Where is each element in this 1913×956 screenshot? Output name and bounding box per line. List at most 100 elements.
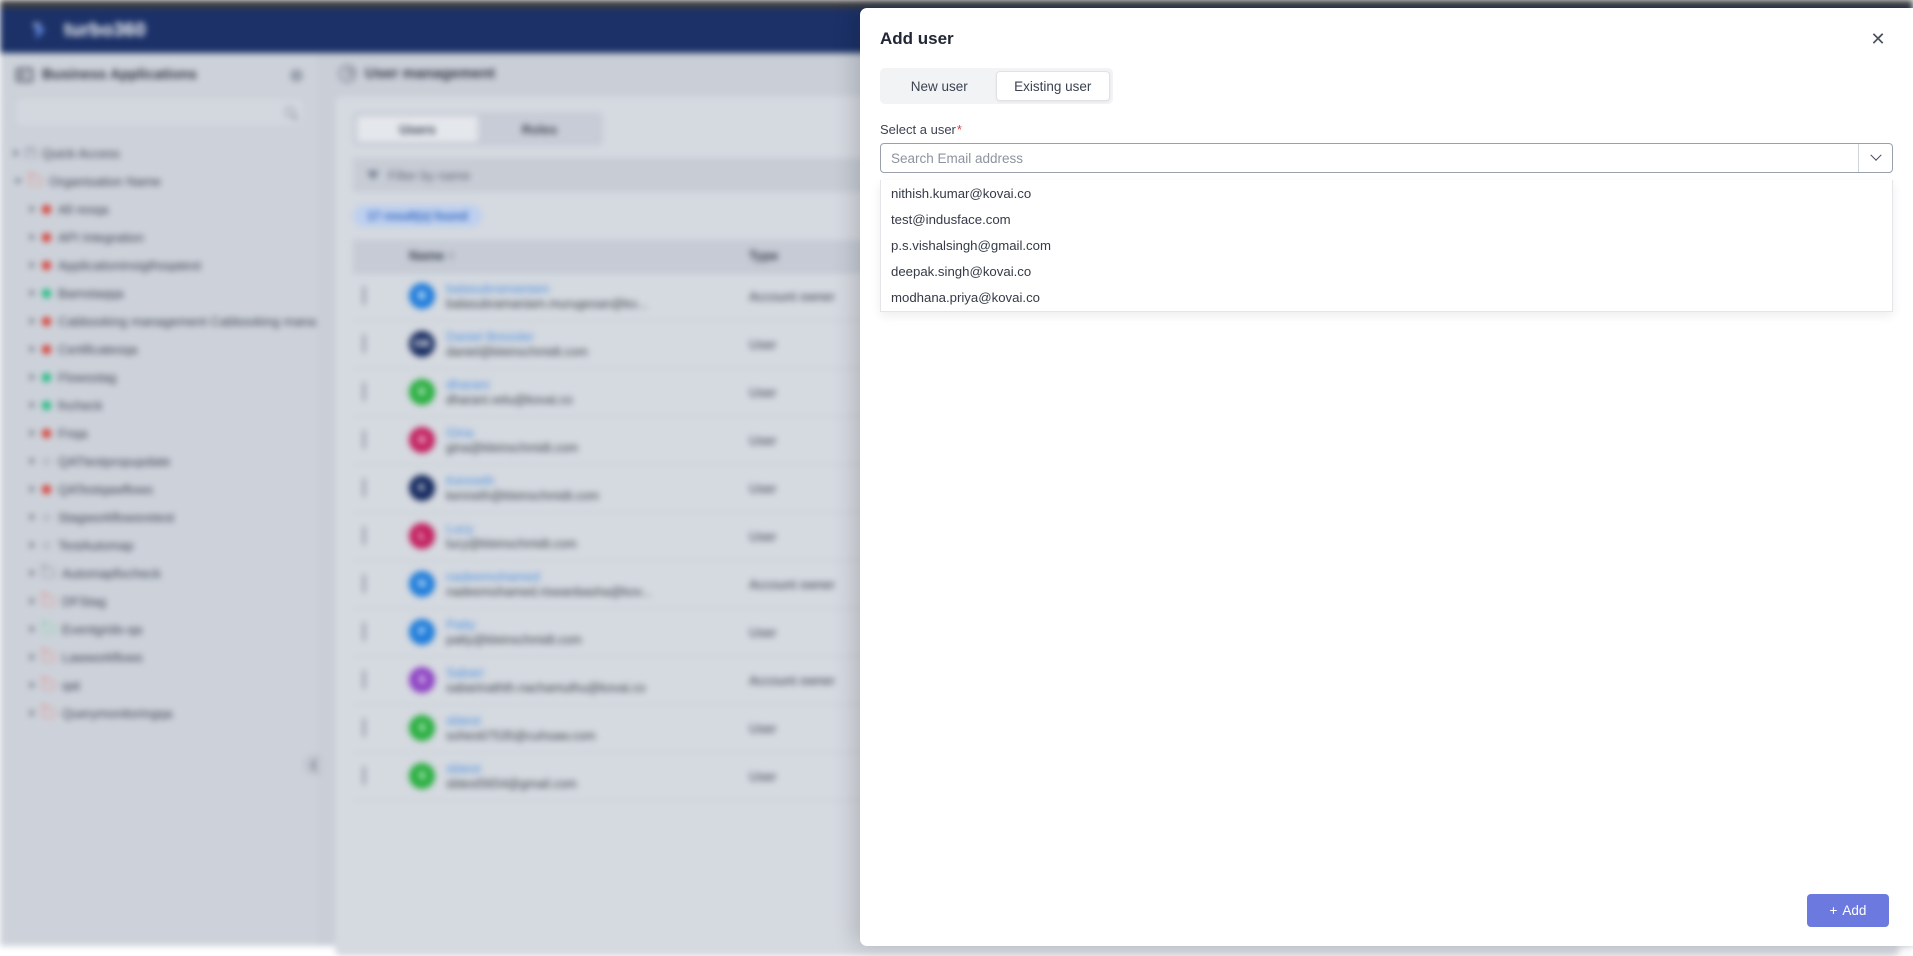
sidebar-search-input[interactable] [14,97,305,127]
user-name-link[interactable]: sbtest [446,713,596,728]
tree-item-dfstag[interactable]: DFStag [0,587,319,615]
row-checkbox-cell[interactable] [353,608,399,656]
chevron-right-icon[interactable] [14,149,19,157]
row-checkbox-cell[interactable] [353,560,399,608]
email-options-dropdown[interactable]: nithish.kumar@kovai.cotest@indusface.com… [880,180,1893,312]
chevron-right-icon[interactable] [30,345,35,353]
user-name-link[interactable]: Lucy [446,521,577,536]
row-checkbox-cell[interactable] [353,368,399,416]
search-email-input[interactable] [881,151,1858,166]
tree-item-flowsstag[interactable]: Flowsstag [0,363,319,391]
chevron-right-icon[interactable] [30,205,35,213]
tree-item-qat[interactable]: qat [0,671,319,699]
tree-item-api-integration[interactable]: API Integration [0,223,319,251]
chevron-right-icon[interactable] [30,653,35,661]
chevron-right-icon[interactable] [30,401,35,409]
sort-arrow-icon[interactable]: ↑ [448,248,455,263]
modal-footer: + Add [860,874,1913,946]
gear-icon[interactable] [290,69,303,82]
tree-item-qatestqawflows[interactable]: QATestqawflows [0,475,319,503]
row-checkbox[interactable] [363,766,365,785]
tree-item-fnqa[interactable]: Fnqa [0,419,319,447]
tree-item-certificatesqa[interactable]: Certificatesqa [0,335,319,363]
tree-item-quick-access[interactable]: Quick Access [0,139,319,167]
sidebar-header: Business Applications [0,53,319,93]
chevron-right-icon[interactable] [30,513,35,521]
tree-item-all-resqa[interactable]: All resqa [0,195,319,223]
chevron-right-icon[interactable] [30,373,35,381]
tab-users[interactable]: Users [356,115,479,143]
user-name-link[interactable]: Daniel Bressler [446,329,588,344]
row-checkbox-cell[interactable] [353,656,399,704]
chevron-right-icon[interactable] [30,569,35,577]
dropdown-option[interactable]: modhana.priya@kovai.co [881,285,1892,311]
tree-item-organisation-name[interactable]: Organisation Name [0,167,319,195]
tree-item-cabbooking-management-cabbooking-mana[interactable]: Cabbooking management Cabbooking mana [0,307,319,335]
tree-item-stagworkflowsretest[interactable]: Stagworkflowsretest [0,503,319,531]
row-checkbox-cell[interactable] [353,464,399,512]
chevron-right-icon[interactable] [30,457,35,465]
user-select-combobox[interactable] [880,143,1893,173]
row-checkbox[interactable] [363,718,365,737]
row-checkbox[interactable] [363,286,365,305]
chevron-right-icon[interactable] [30,429,35,437]
tree-item-fncheck[interactable]: fncheck [0,391,319,419]
tree-item-qattestpropupdate[interactable]: QATtestpropupdate [0,447,319,475]
dropdown-option[interactable]: test@indusface.com [881,206,1892,232]
user-name-link[interactable]: Kenneth [446,473,599,488]
row-checkbox-cell[interactable] [353,704,399,752]
avatar: S [409,715,435,741]
sidebar: Business Applications Quick AccessOrgani… [0,53,320,946]
tree-item-automapfixcheck[interactable]: Automapfixcheck [0,559,319,587]
chevron-right-icon[interactable] [30,597,35,605]
row-checkbox-cell[interactable] [353,752,399,800]
row-checkbox-cell[interactable] [353,320,399,368]
user-name-link[interactable]: Gina [446,425,578,440]
chevron-right-icon[interactable] [30,625,35,633]
tree-item-applicationinsigthsqatest[interactable]: Applicationinsigthsqatest [0,251,319,279]
chevron-right-icon[interactable] [30,261,35,269]
user-name-link[interactable]: nadeemohamed [446,569,652,584]
row-checkbox-cell[interactable] [353,512,399,560]
row-checkbox[interactable] [363,622,365,641]
tree-item-eventgrids-qa[interactable]: Eventgrids-qa [0,615,319,643]
column-name[interactable]: Name ↑ [399,240,739,272]
chevron-right-icon[interactable] [30,541,35,549]
user-name-link[interactable]: balasubramaniam [446,281,648,296]
row-checkbox[interactable] [363,334,365,353]
user-name-link[interactable]: Sabari [446,665,646,680]
chevron-right-icon[interactable] [30,289,35,297]
tree-item-querymonitoringqa[interactable]: Querymonitoringqa [0,699,319,727]
row-checkbox[interactable] [363,382,365,401]
tab-new-user[interactable]: New user [883,71,996,101]
row-checkbox-cell[interactable] [353,272,399,320]
chevron-right-icon[interactable] [30,317,35,325]
row-checkbox-cell[interactable] [353,416,399,464]
row-checkbox[interactable] [363,526,365,545]
close-icon[interactable]: ✕ [1867,28,1889,50]
row-checkbox[interactable] [363,574,365,593]
dropdown-option[interactable]: nithish.kumar@kovai.co [881,180,1892,206]
tree-item-lawworkflows[interactable]: Lawworkflows [0,643,319,671]
chevron-right-icon[interactable] [30,233,35,241]
chevron-right-icon[interactable] [30,709,35,717]
row-checkbox[interactable] [363,430,365,449]
dropdown-option[interactable]: p.s.vishalsingh@gmail.com [881,232,1892,258]
tab-existing-user[interactable]: Existing user [996,71,1111,101]
chevron-down-icon[interactable] [1858,144,1892,172]
add-button[interactable]: + Add [1807,894,1889,927]
chevron-right-icon[interactable] [30,485,35,493]
user-name-link[interactable]: dharani [446,377,573,392]
row-checkbox[interactable] [363,670,365,689]
user-name-link[interactable]: Patty [446,617,582,632]
user-name-link[interactable]: sbtest [446,761,577,776]
row-checkbox[interactable] [363,478,365,497]
tab-roles[interactable]: Roles [479,115,600,143]
user-email: patty@kleinschmidt.com [446,632,582,648]
dropdown-option[interactable]: deepak.singh@kovai.co [881,259,1892,285]
tree-item-bamstaqqa[interactable]: Bamstaqqa [0,279,319,307]
chevron-down-icon[interactable] [14,179,22,184]
chevron-right-icon[interactable] [30,681,35,689]
plus-icon: + [1830,903,1838,918]
tree-item-testautomap[interactable]: TestAutomap [0,531,319,559]
